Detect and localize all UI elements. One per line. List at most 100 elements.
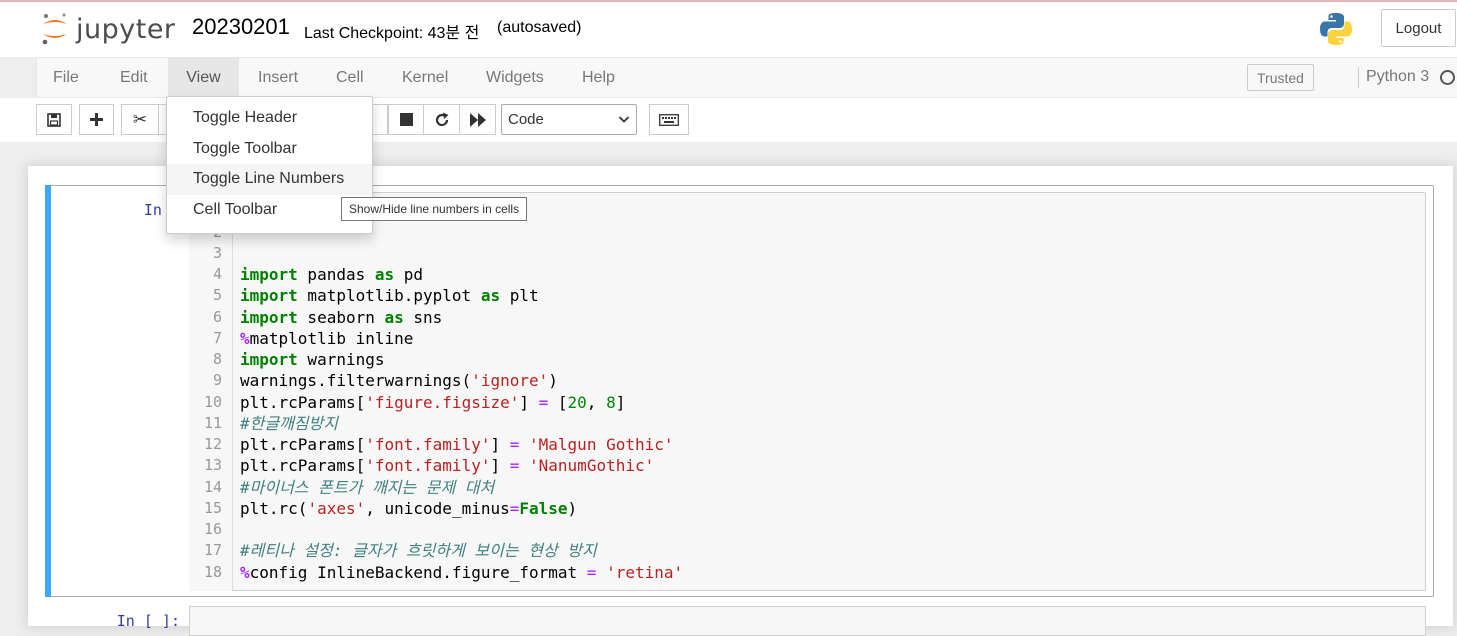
operator: =: [538, 393, 549, 412]
cell-type-select[interactable]: Code: [501, 104, 637, 135]
autosave-status: (autosaved): [497, 19, 582, 36]
string: 'font.family': [365, 435, 491, 454]
string: 'ignore': [471, 371, 549, 390]
trusted-indicator[interactable]: Trusted: [1247, 64, 1314, 91]
plus-icon: [90, 113, 103, 126]
code-line: plt.rcParams['font.family'] = 'Malgun Go…: [240, 435, 674, 454]
magic-prefix: %: [240, 329, 250, 348]
keyword: import: [240, 350, 298, 369]
string: 'NanumGothic': [529, 456, 655, 475]
keyword: False: [519, 499, 568, 518]
keyword: import: [240, 265, 298, 284]
code-editor[interactable]: [189, 606, 1426, 636]
keyword: import: [240, 286, 298, 305]
code-line: import warnings: [240, 350, 385, 369]
interrupt-button[interactable]: [388, 104, 424, 135]
python-logo-icon: [1320, 13, 1352, 45]
code-comment: #한글깨짐방지: [240, 414, 338, 433]
kernel-idle-icon: [1440, 70, 1455, 85]
menu-item-toggle-line-numbers[interactable]: Toggle Line Numbers: [167, 164, 372, 195]
code-line: warnings.filterwarnings('ignore'): [240, 371, 558, 390]
jupyter-logo[interactable]: jupyter: [40, 11, 176, 47]
notebook-name[interactable]: 20230201: [192, 14, 290, 40]
code-line: import pandas as pd: [240, 265, 424, 284]
keyword: as: [384, 308, 404, 327]
line-number: 9: [212, 371, 222, 389]
menu-item-toggle-header[interactable]: Toggle Header: [167, 103, 372, 134]
header: jupyter 20230201 Last Checkpoint: 43분 전 …: [0, 2, 1457, 57]
fast-forward-icon: [469, 112, 486, 127]
save-button[interactable]: [36, 104, 72, 135]
logout-button[interactable]: Logout: [1381, 9, 1456, 47]
line-number: 16: [203, 520, 222, 538]
line-number: 5: [212, 286, 222, 304]
menu-edit[interactable]: Edit: [104, 58, 164, 97]
menu-insert[interactable]: Insert: [242, 58, 314, 97]
keyword: as: [480, 286, 501, 305]
line-number: 3: [212, 244, 222, 262]
operator: =: [509, 499, 520, 518]
string: 'Malgun Gothic': [529, 435, 674, 454]
selected-cell-indicator: [45, 185, 51, 597]
menu-help[interactable]: Help: [566, 58, 631, 97]
string: 'axes': [307, 499, 366, 518]
menu-cell[interactable]: Cell: [320, 58, 380, 97]
jupyter-wordmark: jupyter: [76, 13, 176, 45]
code-line: import seaborn as sns: [240, 308, 443, 327]
menu-item-toggle-toolbar[interactable]: Toggle Toolbar: [167, 134, 372, 165]
chevron-down-icon: [618, 116, 630, 123]
code-line: %config InlineBackend.figure_format = 'r…: [240, 563, 684, 582]
code-comment: #마이너스 폰트가 깨지는 문제 대처: [240, 478, 495, 497]
kernel-name: Python 3: [1366, 68, 1430, 85]
line-number: 11: [203, 414, 222, 432]
code-comment: #레티나 설정: 글자가 흐릿하게 보이는 현상 방지: [240, 541, 597, 560]
line-number: 14: [203, 478, 222, 496]
stop-icon: [399, 113, 413, 126]
line-number: 7: [212, 329, 222, 347]
menu-view[interactable]: View: [168, 58, 239, 97]
cut-button[interactable]: ✂: [121, 104, 159, 135]
menu-file[interactable]: File: [37, 58, 95, 97]
operator: =: [509, 435, 520, 454]
restart-run-all-button[interactable]: [459, 104, 496, 135]
cell-prompt: In [: [143, 201, 180, 219]
scissors-icon: ✂: [132, 109, 148, 129]
cell-prompt: In [ ]:: [116, 612, 180, 630]
line-number: 4: [212, 265, 222, 283]
menu-kernel[interactable]: Kernel: [386, 58, 464, 97]
line-number: 10: [203, 393, 222, 411]
menubar: File Edit View Insert Cell Kernel Widget…: [36, 57, 1457, 98]
line-number: 15: [203, 499, 222, 517]
string: 'figure.figsize': [365, 393, 520, 412]
save-icon: [47, 112, 61, 127]
line-number: 6: [212, 308, 222, 326]
keyword: as: [374, 265, 395, 284]
number: 8: [606, 393, 616, 412]
string: 'font.family': [365, 456, 491, 475]
jupyter-logo-icon: [42, 13, 67, 45]
insert-cell-below-button[interactable]: [79, 104, 114, 135]
command-palette-button[interactable]: [649, 104, 689, 135]
code-line: plt.rcParams['font.family'] = 'NanumGoth…: [240, 456, 655, 475]
restart-button[interactable]: [423, 104, 460, 135]
cell-type-value: Code: [508, 111, 544, 128]
line-number: 17: [203, 541, 222, 559]
tooltip: Show/Hide line numbers in cells: [341, 197, 528, 221]
magic-prefix: %: [240, 563, 250, 582]
line-number: 13: [203, 456, 222, 474]
string: 'retina': [606, 563, 684, 582]
code-line: %matplotlib inline: [240, 329, 414, 348]
number: 20: [567, 393, 587, 412]
last-checkpoint: Last Checkpoint: 43분 전: [304, 25, 480, 42]
code-line: plt.rcParams['figure.figsize'] = [20, 8]: [240, 393, 626, 412]
line-number: 18: [203, 563, 222, 581]
keyword: import: [240, 308, 298, 327]
line-number: 12: [203, 435, 222, 453]
menu-widgets[interactable]: Widgets: [470, 58, 560, 97]
code-line: import matplotlib.pyplot as plt: [240, 286, 539, 305]
keyboard-icon: [659, 113, 679, 126]
line-number: 8: [212, 350, 222, 368]
kernel-separator: [1358, 67, 1359, 88]
code-line: plt.rc('axes', unicode_minus=False): [240, 499, 578, 518]
operator: =: [509, 456, 520, 475]
